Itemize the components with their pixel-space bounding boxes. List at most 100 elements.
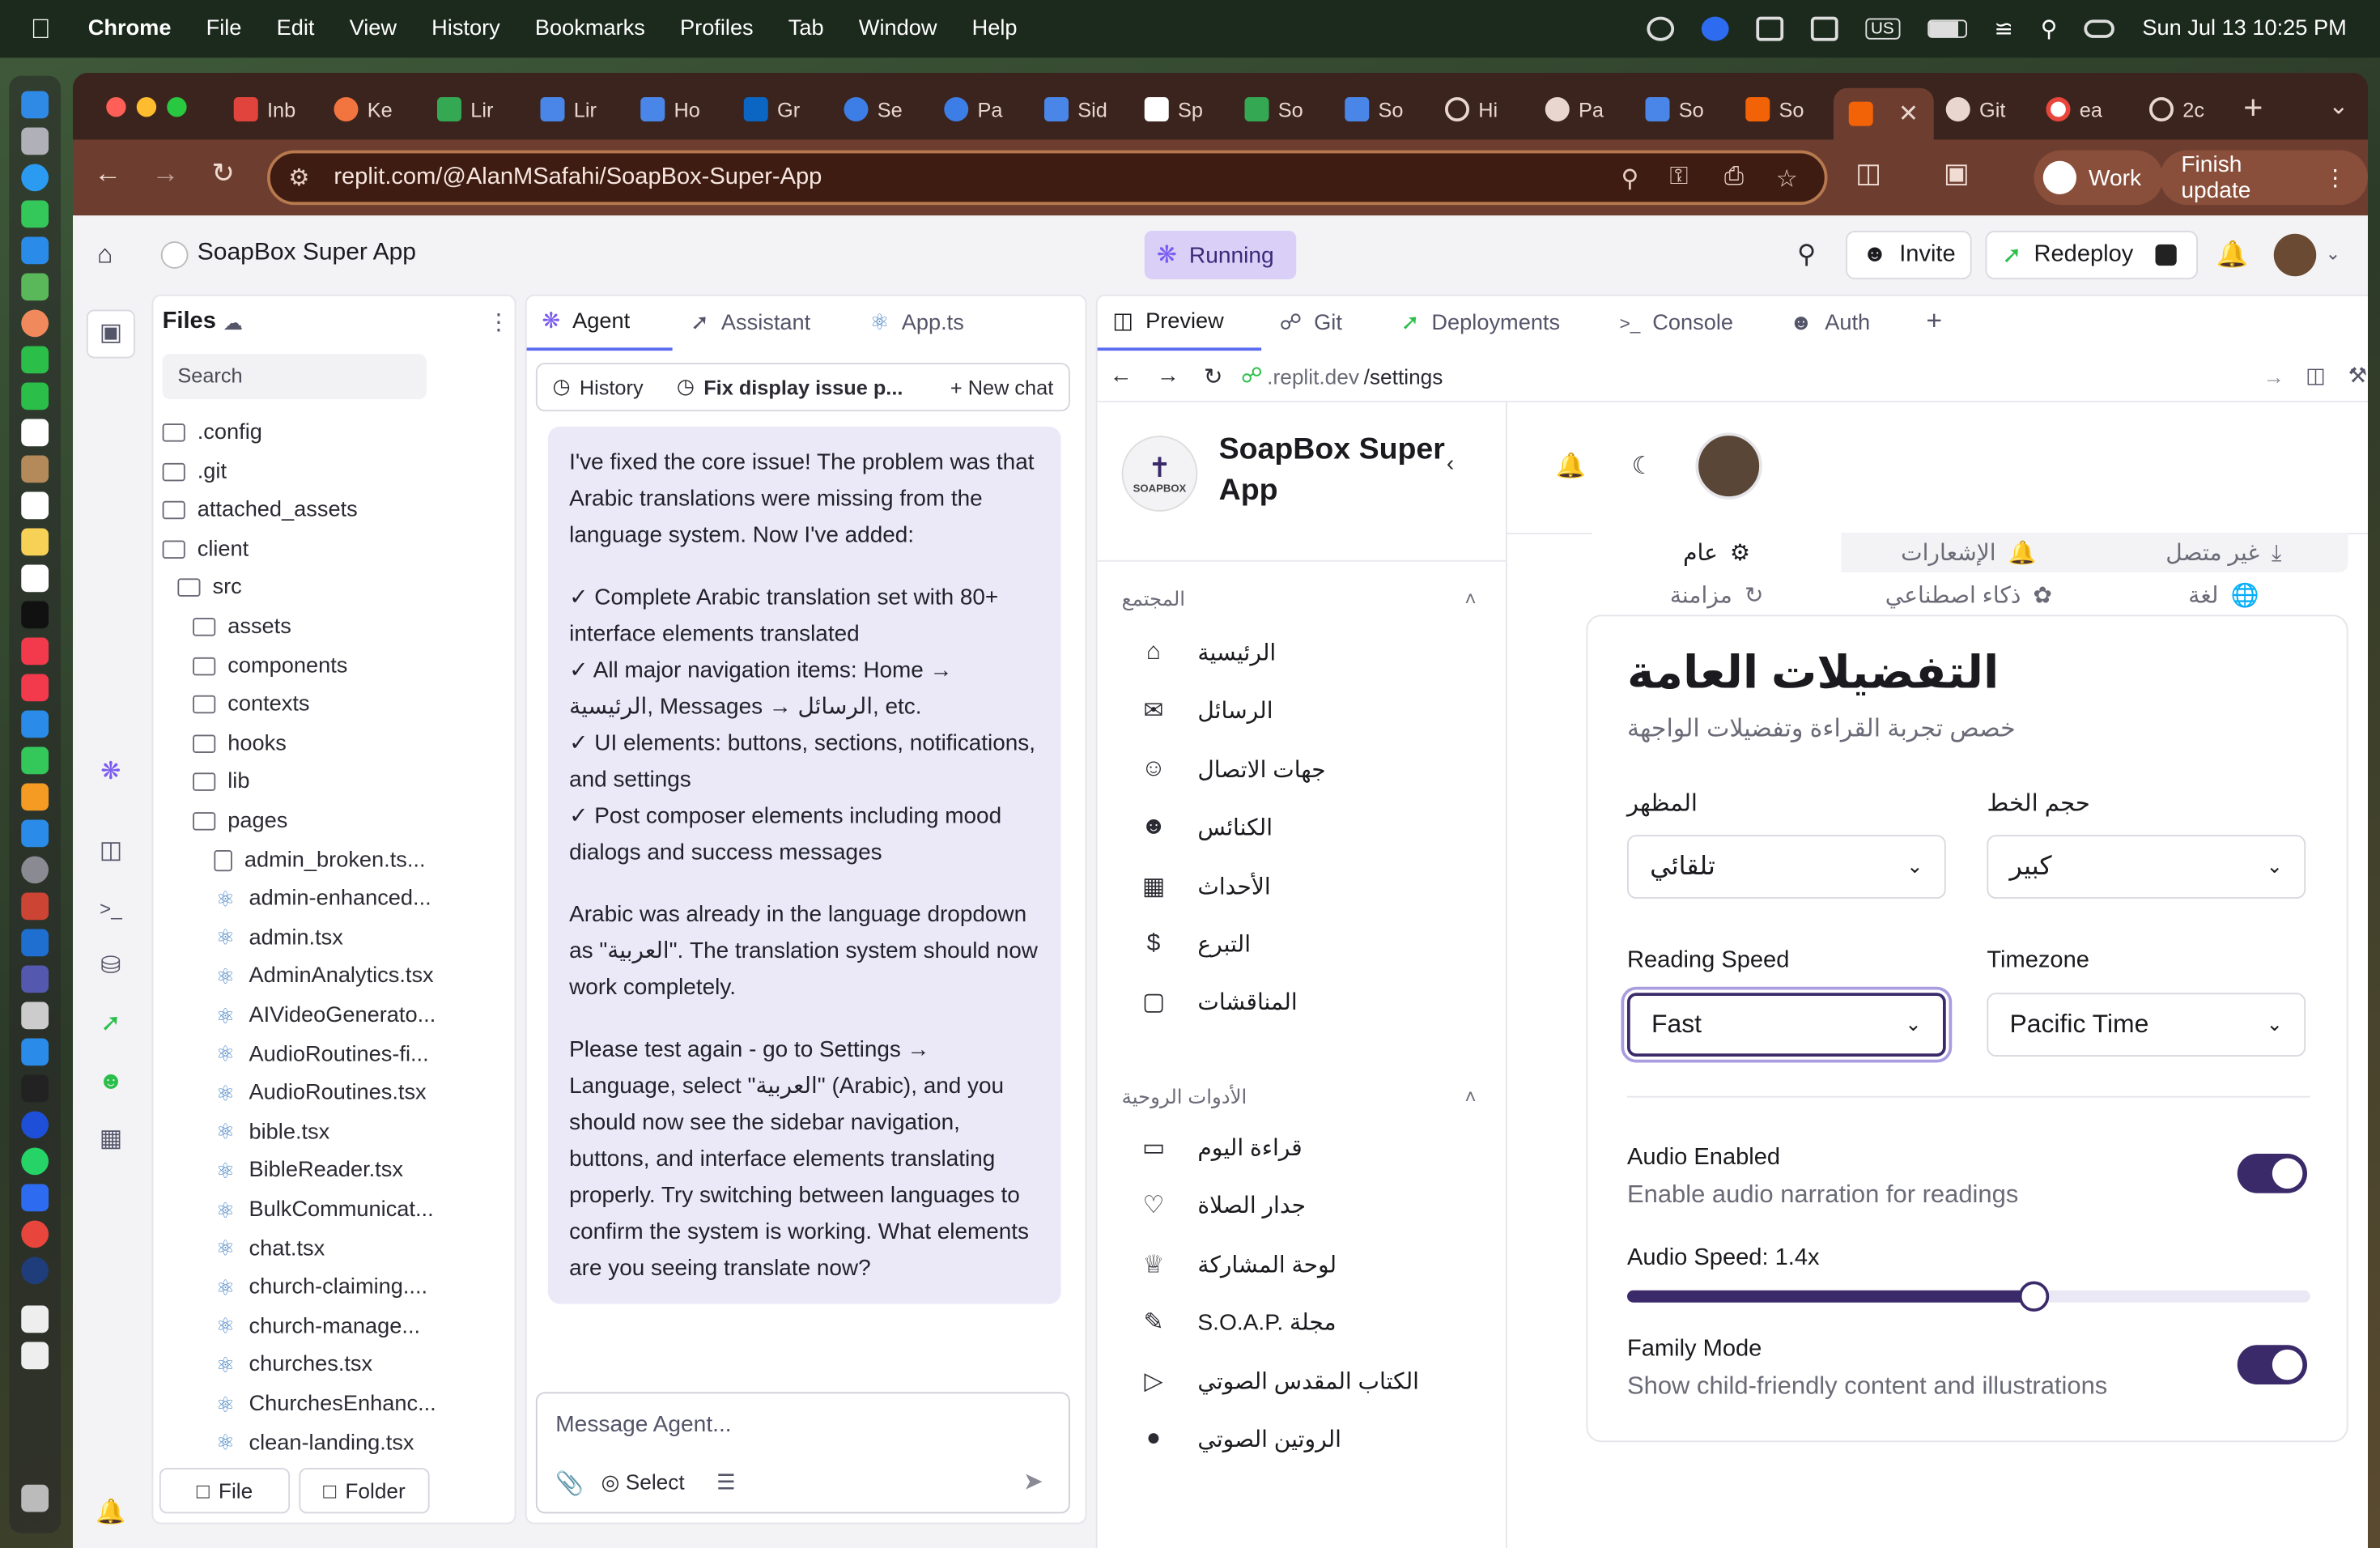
theme-select[interactable]: تلقائي ⌄ bbox=[1627, 835, 1946, 899]
file-item[interactable]: ⚛ bible.tsx bbox=[214, 1114, 330, 1150]
apps-grid-icon[interactable]: ▦ bbox=[94, 1124, 127, 1157]
nav-section-title[interactable]: الأدوات الروحية ˄ bbox=[1122, 1086, 1486, 1110]
outlook-icon[interactable] bbox=[1755, 16, 1783, 41]
sidebar-nav-item[interactable]: ▦ الأحداث bbox=[1140, 863, 1489, 908]
file-item[interactable]: ⚛ AIVideoGenerato... bbox=[214, 997, 436, 1034]
launchpad-icon[interactable] bbox=[21, 127, 49, 155]
redeploy-button[interactable]: ➚ Redeploy bbox=[1985, 231, 2198, 279]
tab-assistant[interactable]: ➚ Assistant bbox=[675, 296, 826, 351]
browser-tab[interactable]: Pa bbox=[944, 88, 1002, 131]
audio-enabled-toggle[interactable] bbox=[2237, 1154, 2307, 1193]
zoom-window-button[interactable] bbox=[167, 97, 187, 117]
tab-sync[interactable]: ↻ مزامنة bbox=[1592, 576, 1842, 615]
file-item[interactable]: ⚛ AdminAnalytics.tsx bbox=[214, 959, 434, 995]
forward-icon[interactable]: → bbox=[142, 158, 188, 189]
close-window-button[interactable] bbox=[106, 97, 126, 117]
browser-tab[interactable]: So bbox=[1745, 88, 1804, 131]
calendar-icon[interactable] bbox=[21, 419, 49, 447]
agent-message-input[interactable]: Message Agent... 📎 ◎ Select ☰ ➤ bbox=[535, 1392, 1070, 1514]
site-info-icon[interactable]: ⚙ bbox=[288, 164, 309, 193]
run-status-button[interactable]: ❋ Running bbox=[1144, 231, 1297, 279]
agent-icon[interactable]: ❋ bbox=[94, 756, 127, 789]
chrome-icon[interactable] bbox=[21, 1220, 49, 1248]
contacts-icon[interactable] bbox=[21, 455, 49, 483]
folder-item[interactable]: components bbox=[193, 648, 347, 684]
preview-url[interactable]: ☍ .replit.dev/settings bbox=[1241, 363, 1443, 389]
user-avatar[interactable] bbox=[2273, 233, 2317, 277]
document-icon[interactable] bbox=[21, 1342, 49, 1370]
dock-app-icon[interactable] bbox=[21, 892, 49, 921]
phone-icon[interactable] bbox=[21, 382, 49, 410]
notes-icon[interactable] bbox=[21, 528, 49, 556]
file-item[interactable]: ⚛ BibleReader.tsx bbox=[214, 1153, 403, 1189]
keynote-icon[interactable] bbox=[21, 710, 49, 738]
audio-speed-slider[interactable] bbox=[1627, 1281, 2310, 1312]
teams-icon[interactable] bbox=[1809, 16, 1838, 41]
browser-tab[interactable]: Pa bbox=[1545, 88, 1604, 131]
forward-icon[interactable]: → bbox=[1157, 363, 1179, 389]
shell-icon[interactable]: >_ bbox=[94, 893, 127, 926]
alerts-icon[interactable]: 🔔 bbox=[94, 1497, 127, 1530]
file-item[interactable]: admin_broken.ts... bbox=[214, 842, 426, 878]
tv-icon[interactable] bbox=[21, 601, 49, 629]
folder-item[interactable]: attached_assets bbox=[162, 492, 358, 529]
menu-history[interactable]: History bbox=[431, 17, 500, 41]
spotlight-icon[interactable]: ⚲ bbox=[2041, 15, 2058, 43]
tab-git[interactable]: ☍ Git bbox=[1264, 296, 1358, 351]
notifications-bell-icon[interactable]: 🔔 bbox=[1556, 451, 1586, 482]
sidebar-nav-item[interactable]: ♕ لوحة المشاركة bbox=[1140, 1241, 1489, 1286]
tab-app-ts[interactable]: ⚛ App.ts bbox=[855, 296, 980, 351]
menu-app-name[interactable]: Chrome bbox=[88, 17, 172, 41]
sidebar-nav-item[interactable]: ✉ الرسائل bbox=[1140, 688, 1489, 734]
tab-console[interactable]: >_ Console bbox=[1604, 296, 1749, 351]
dock-app-icon[interactable] bbox=[21, 1002, 49, 1030]
browser-tab[interactable]: Gr bbox=[743, 88, 800, 131]
file-item[interactable]: ⚛ admin-enhanced... bbox=[214, 881, 431, 917]
reload-icon[interactable]: ↻ bbox=[1204, 362, 1223, 389]
tab-language[interactable]: 🌐 لغة bbox=[2099, 576, 2348, 615]
address-bar-url[interactable]: replit.com/@AlanMSafahi/SoapBox-Super-Ap… bbox=[334, 164, 822, 192]
files-search-input[interactable]: Search bbox=[162, 353, 427, 400]
extensions-icon[interactable]: ◫ bbox=[1846, 158, 1891, 189]
finish-update-button[interactable]: Finish update ⋮ bbox=[2160, 150, 2368, 206]
folder-item[interactable]: assets bbox=[193, 609, 291, 645]
invite-button[interactable]: ☻ Invite bbox=[1846, 231, 1973, 279]
browser-tab[interactable]: Git bbox=[1945, 88, 2005, 131]
browser-tab[interactable]: 2c bbox=[2149, 88, 2204, 131]
pages-icon[interactable] bbox=[21, 783, 49, 811]
apple-icon[interactable]:  bbox=[31, 14, 62, 45]
timezone-select[interactable]: Pacific Time ⌄ bbox=[1987, 993, 2306, 1057]
file-item[interactable]: ⚛ ChurchesEnhanc... bbox=[214, 1386, 436, 1423]
tab-deployments[interactable]: ➚ Deployments bbox=[1386, 296, 1575, 351]
control-center-icon[interactable] bbox=[2085, 19, 2115, 38]
zoom-dock-icon[interactable] bbox=[21, 1184, 49, 1212]
file-item[interactable]: ⚛ church-manage... bbox=[214, 1308, 420, 1345]
tab-auth[interactable]: ☻ Auth bbox=[1774, 296, 1885, 351]
battery-icon[interactable] bbox=[1927, 19, 1967, 38]
numbers-icon[interactable] bbox=[21, 746, 49, 775]
browser-tab[interactable]: Inb bbox=[233, 88, 295, 131]
menu-file[interactable]: File bbox=[206, 17, 242, 41]
bookmark-star-icon[interactable]: ☆ bbox=[1776, 164, 1798, 195]
browser-tab[interactable]: Ke bbox=[334, 88, 393, 131]
history-button[interactable]: ◷ History bbox=[553, 375, 644, 399]
news-icon[interactable] bbox=[21, 674, 49, 702]
tab-agent[interactable]: ❋ Agent bbox=[526, 296, 673, 351]
browser-tab[interactable]: Se bbox=[844, 88, 903, 131]
close-tab-icon[interactable]: ✕ bbox=[1898, 99, 1919, 130]
file-item[interactable]: ⚛ admin.tsx bbox=[214, 920, 343, 956]
browser-tab-active[interactable]: ✕ bbox=[1834, 87, 1934, 140]
tab-general[interactable]: ⚙ عام bbox=[1592, 533, 1842, 572]
select-element-button[interactable]: ◎ Select bbox=[601, 1469, 685, 1495]
back-icon[interactable]: ← bbox=[1110, 363, 1133, 389]
browser-tab[interactable]: Lir bbox=[437, 88, 493, 131]
menubar-datetime[interactable]: Sun Jul 13 10:25 PM bbox=[2142, 17, 2346, 41]
file-item[interactable]: ⚛ churches.tsx bbox=[214, 1347, 372, 1384]
browser-tab[interactable]: Sid bbox=[1044, 88, 1107, 131]
settings-sliders-icon[interactable]: ☰ bbox=[716, 1469, 736, 1495]
search-icon[interactable]: ⚲ bbox=[1797, 240, 1816, 270]
reading-speed-select[interactable]: Fast ⌄ bbox=[1627, 993, 1946, 1057]
menu-help[interactable]: Help bbox=[972, 17, 1018, 41]
reload-icon[interactable]: ↻ bbox=[201, 158, 246, 189]
facetime-icon[interactable] bbox=[21, 346, 49, 374]
